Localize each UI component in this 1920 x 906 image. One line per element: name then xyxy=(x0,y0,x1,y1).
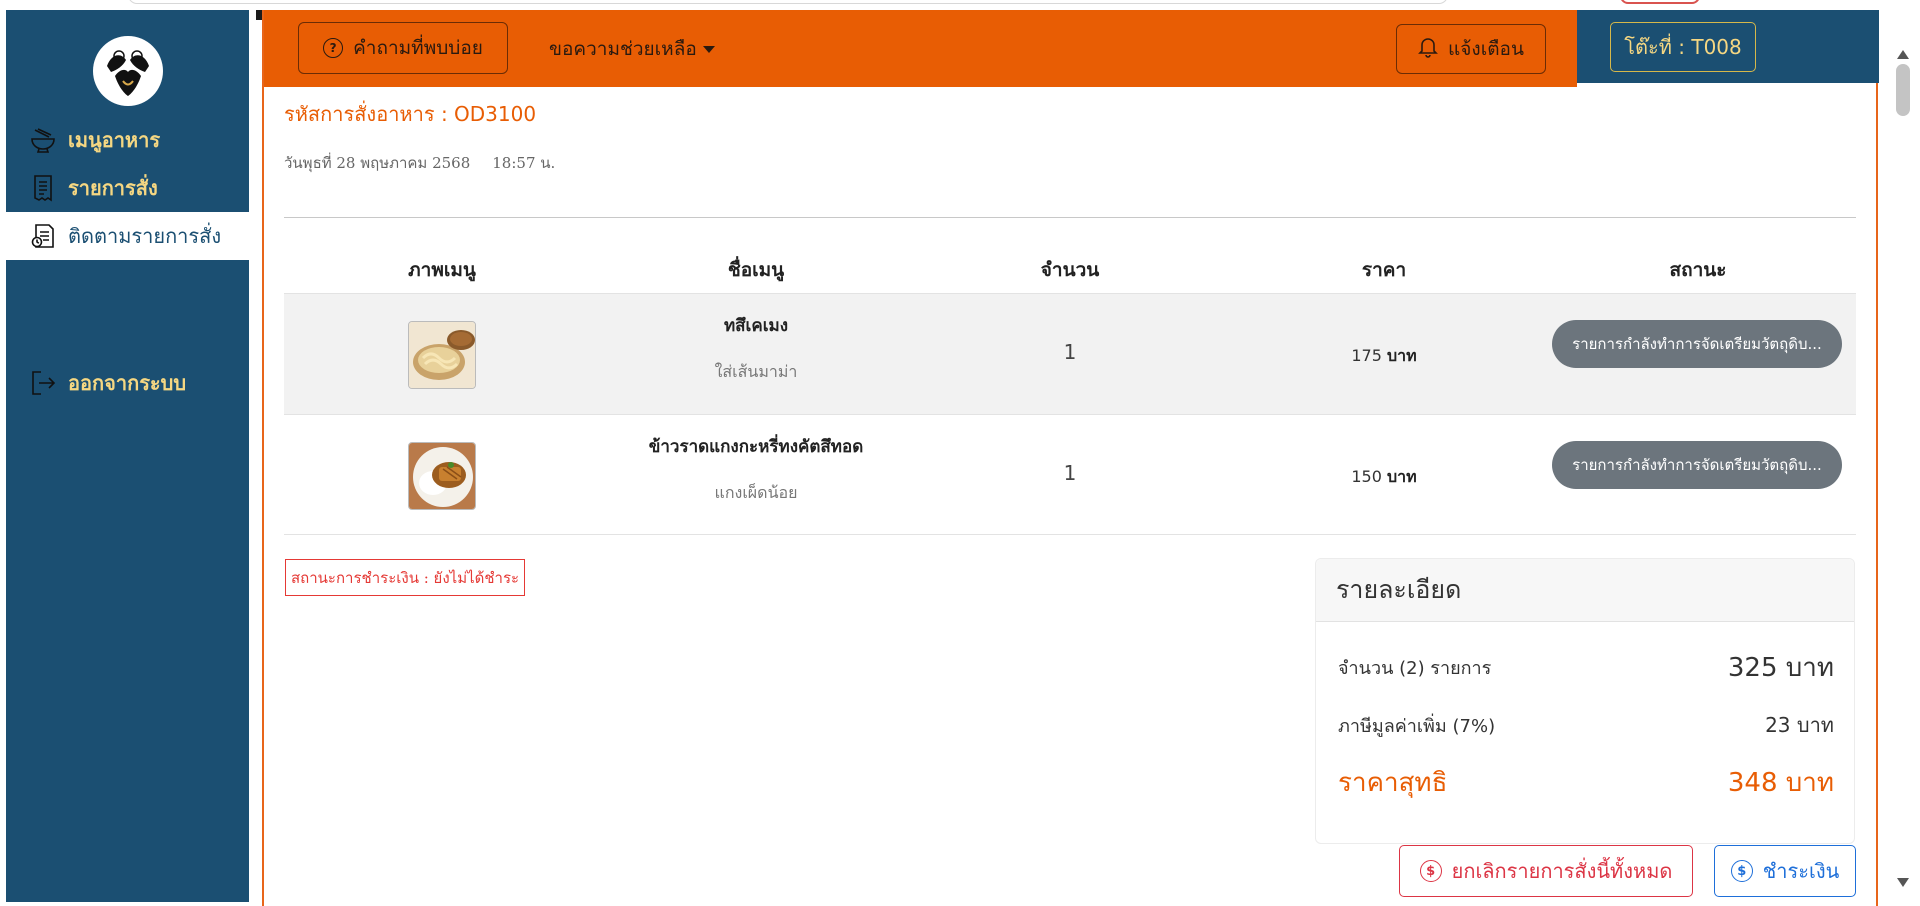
status-badge: รายการกำลังทำการจัดเตรียมวัตถุดิบ... xyxy=(1552,320,1842,368)
column-header-image: ภาพเมนู xyxy=(408,259,476,281)
sidebar-item-orders[interactable]: รายการสั่ง xyxy=(6,164,249,212)
notification-label: แจ้งเตือน xyxy=(1448,38,1524,60)
summary-items-row: จำนวน (2) รายการ 325 บาท xyxy=(1338,647,1834,688)
pay-label: ชำระเงิน xyxy=(1762,859,1840,883)
question-circle-icon: ? xyxy=(323,38,344,58)
top-header: ? คำถามที่พบบ่อย ขอความช่วยเหลือ แจ้งเตื… xyxy=(264,10,1577,87)
menu-name: ทสึเคเมง xyxy=(723,316,789,336)
browser-red-control[interactable] xyxy=(1620,0,1700,4)
price-unit: บาท xyxy=(1386,346,1417,365)
order-code: รหัสการสั่งอาหาร : OD3100 xyxy=(284,102,537,126)
summary-items-label: จำนวน (2) รายการ xyxy=(1338,658,1492,679)
table-bar: โต๊ะที่ : T008 xyxy=(1577,10,1879,83)
browser-top-strip xyxy=(0,0,1920,10)
cancel-all-button[interactable]: $ ยกเลิกรายการสั่งนี้ทั้งหมด xyxy=(1399,845,1693,897)
page-scrollbar[interactable] xyxy=(1893,50,1913,900)
table-row: ทสึเคเมง ใส่เส้นมาม่า 1 175 บาท รายการกำ… xyxy=(284,293,1856,414)
scroll-thumb[interactable] xyxy=(1896,64,1910,116)
sidebar-item-logout[interactable]: ออกจากระบบ xyxy=(6,359,249,407)
sidebar-item-label: ติดตามรายการสั่ง xyxy=(68,224,222,248)
noodle-bowl-icon xyxy=(28,125,58,155)
help-label: ขอความช่วยเหลือ xyxy=(549,38,697,60)
column-header-name: ชื่อเมนู xyxy=(727,259,785,281)
column-header-price: ราคา xyxy=(1361,259,1407,281)
price-value: 150 xyxy=(1351,467,1382,486)
summary-net-value: 348 บาท xyxy=(1727,768,1834,798)
notification-button[interactable]: แจ้งเตือน xyxy=(1396,24,1546,74)
menu-qty: 1 xyxy=(1063,461,1077,485)
menu-image xyxy=(408,321,476,389)
table-number-badge: โต๊ะที่ : T008 xyxy=(1610,22,1756,72)
menu-image xyxy=(408,442,476,510)
menu-price: 150 บาท xyxy=(1351,465,1416,490)
summary-net-row: ราคาสุทธิ 348 บาท xyxy=(1338,762,1834,803)
dollar-circle-icon: $ xyxy=(1419,860,1442,882)
price-unit: บาท xyxy=(1386,467,1417,486)
scroll-up-arrow-icon[interactable] xyxy=(1897,50,1909,59)
faq-label: คำถามที่พบบ่อย xyxy=(353,37,483,59)
order-datetime: วันพุธที่ 28 พฤษภาคม 2568 18:57 น. xyxy=(284,151,555,175)
summary-vat-value: 23 บาท xyxy=(1765,713,1834,737)
order-tracking-icon xyxy=(28,221,58,251)
menu-note: ใส่เส้นมาม่า xyxy=(714,362,798,381)
menu-name: ข้าวราดแกงกะหรี่ทงคัตสึทอด xyxy=(648,437,864,457)
pay-button[interactable]: $ ชำระเงิน xyxy=(1714,845,1856,897)
sidebar-item-label: เมนูอาหาร xyxy=(68,128,161,152)
order-date: วันพุธที่ 28 พฤษภาคม 2568 xyxy=(284,154,471,172)
summary-vat-label: ภาษีมูลค่าเพิ่ม (7%) xyxy=(1338,715,1496,737)
sidebar: เมนูอาหาร รายการสั่ง ติดตามรายการสั่ง ออ… xyxy=(6,10,249,902)
logout-icon xyxy=(28,368,58,398)
column-header-qty: จำนวน xyxy=(1040,259,1100,281)
summary-vat-row: ภาษีมูลค่าเพิ่ม (7%) 23 บาท xyxy=(1338,709,1834,741)
status-badge: รายการกำลังทำการจัดเตรียมวัตถุดิบ... xyxy=(1552,441,1842,489)
faq-button[interactable]: ? คำถามที่พบบ่อย xyxy=(298,22,508,74)
price-value: 175 xyxy=(1351,346,1382,365)
menu-qty: 1 xyxy=(1063,340,1077,364)
browser-url-bar[interactable] xyxy=(128,0,1448,4)
table-row: ข้าวราดแกงกะหรี่ทงคัตสึทอด แกงเผ็ดน้อย 1… xyxy=(284,414,1856,535)
bell-icon xyxy=(1418,36,1438,63)
column-header-status: สถานะ xyxy=(1669,259,1727,281)
summary-items-value: 325 บาท xyxy=(1727,653,1834,683)
cancel-all-label: ยกเลิกรายการสั่งนี้ทั้งหมด xyxy=(1451,859,1673,883)
payment-status: สถานะการชำระเงิน : ยังไม่ได้ชำระ xyxy=(285,559,526,596)
summary-title: รายละเอียด xyxy=(1316,559,1854,622)
caret-down-icon xyxy=(702,45,715,53)
scroll-down-arrow-icon[interactable] xyxy=(1897,878,1909,887)
dollar-circle-icon: $ xyxy=(1730,860,1753,882)
restaurant-logo xyxy=(93,36,163,106)
summary-net-label: ราคาสุทธิ xyxy=(1338,768,1448,798)
sidebar-item-label: รายการสั่ง xyxy=(68,176,158,200)
order-time: 18:57 น. xyxy=(492,154,556,172)
help-dropdown[interactable]: ขอความช่วยเหลือ xyxy=(549,34,715,64)
sidebar-item-track-order[interactable]: ติดตามรายการสั่ง xyxy=(6,212,249,260)
divider xyxy=(284,217,1856,218)
receipt-icon xyxy=(28,173,58,203)
summary-card: รายละเอียด จำนวน (2) รายการ 325 บาท ภาษี… xyxy=(1315,558,1855,844)
menu-price: 175 บาท xyxy=(1351,344,1416,369)
sidebar-item-label: ออกจากระบบ xyxy=(68,371,187,395)
menu-note: แกงเผ็ดน้อย xyxy=(714,483,798,502)
sidebar-item-menu[interactable]: เมนูอาหาร xyxy=(6,116,249,164)
